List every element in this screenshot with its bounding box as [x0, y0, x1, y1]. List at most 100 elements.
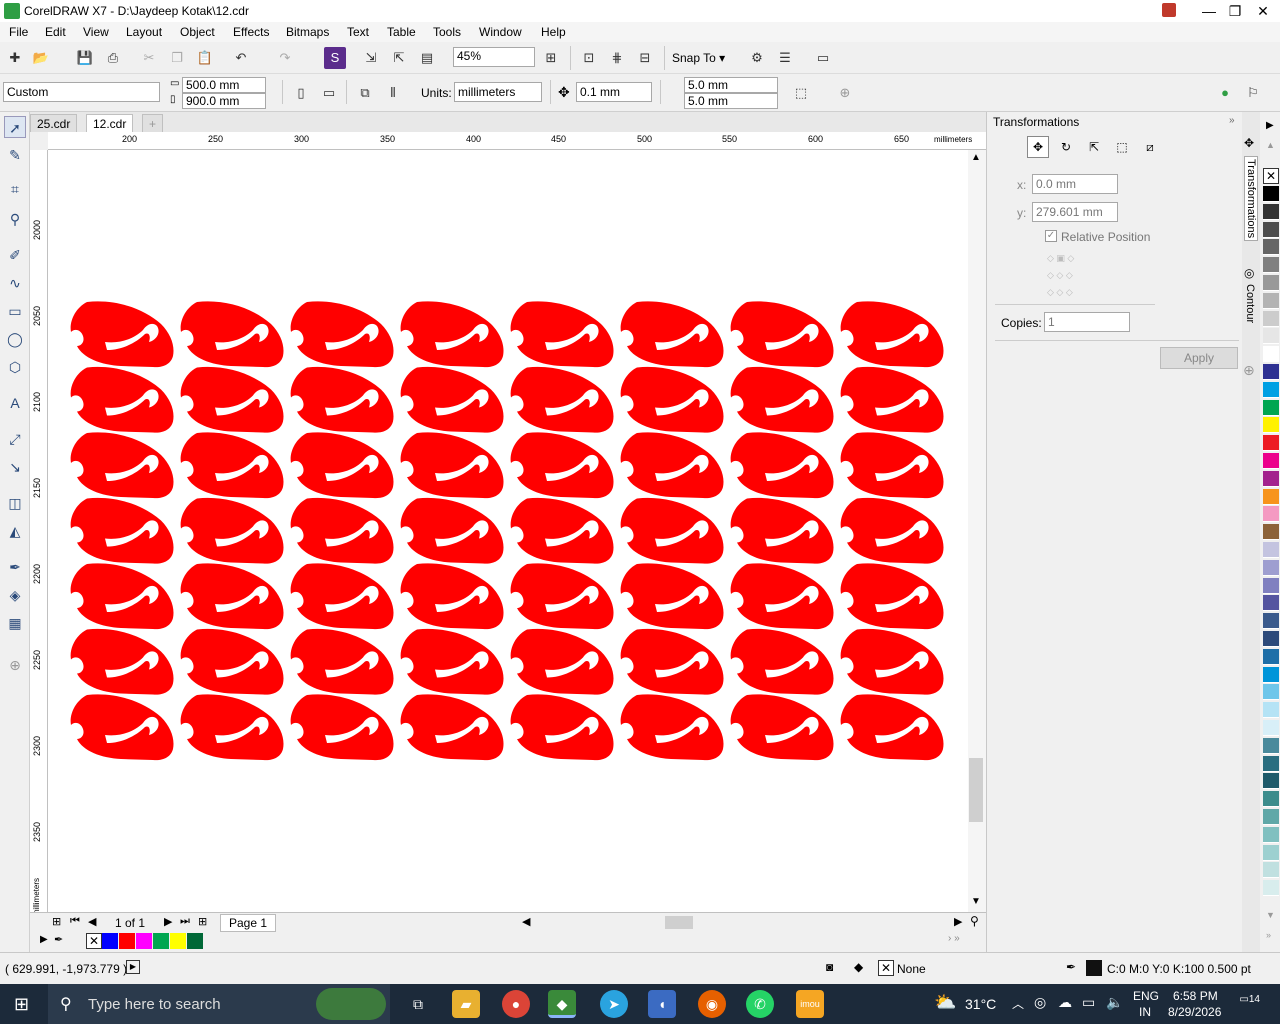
scroll-up-icon[interactable]: ▲ — [971, 152, 981, 163]
first-page-icon[interactable]: ⏮ — [70, 915, 80, 928]
paisley-shape[interactable] — [290, 628, 394, 695]
color-swatch[interactable] — [1263, 346, 1279, 363]
export-icon[interactable]: ⇱ — [388, 47, 410, 69]
zoom-navigator-icon[interactable]: ⚲ — [970, 914, 979, 928]
color-swatch[interactable] — [1263, 381, 1279, 398]
menu-layout[interactable]: Layout — [126, 25, 162, 39]
telegram-icon[interactable]: ➤ — [600, 990, 628, 1018]
cut-icon[interactable]: ✂ — [138, 47, 160, 69]
menu-window[interactable]: Window — [479, 25, 522, 39]
color-swatch[interactable] — [1263, 239, 1279, 256]
tray-volume-icon[interactable]: 🔈 — [1106, 994, 1123, 1011]
artistic-media-icon[interactable]: ∿ — [4, 272, 26, 294]
transformations-dock-icon[interactable]: ✥ — [1244, 136, 1254, 150]
all-pages-icon[interactable]: ⧉ — [354, 82, 376, 104]
notification-icon[interactable]: ▭14 — [1238, 994, 1260, 1014]
color-swatch[interactable] — [1263, 844, 1279, 861]
transparency-tool-icon[interactable]: ◭ — [4, 520, 26, 542]
color-swatch[interactable] — [1263, 506, 1279, 523]
paisley-shape[interactable] — [730, 628, 834, 695]
color-swatch[interactable] — [1263, 399, 1279, 416]
position-tab-icon[interactable]: ✥ — [1027, 136, 1049, 158]
anchor-grid[interactable]: ◇ ▣ ◇ ◇ ◇ ◇ ◇ ◇ ◇ — [1047, 250, 1091, 297]
paisley-shape[interactable] — [510, 366, 614, 433]
clock-time[interactable]: 6:58 PM — [1173, 989, 1218, 1003]
close-button[interactable]: ✕ — [1240, 0, 1280, 22]
color-swatch[interactable] — [1263, 203, 1279, 220]
paisley-shape[interactable] — [400, 563, 504, 630]
paisley-artwork[interactable] — [48, 150, 968, 912]
corel-connect-icon[interactable]: ● — [1214, 82, 1236, 104]
dock-tab-contour[interactable]: Contour — [1244, 284, 1256, 323]
color-swatch[interactable] — [1263, 880, 1279, 897]
paisley-shape[interactable] — [510, 301, 614, 368]
paisley-shape[interactable] — [840, 563, 944, 630]
nudge-distance-input[interactable]: 0.1 mm — [576, 82, 652, 102]
color-proofing-icon[interactable]: ◙ — [826, 960, 833, 974]
current-page-icon[interactable]: ⫴ — [382, 82, 404, 104]
page-preset-select[interactable]: Custom — [3, 82, 160, 102]
smart-fill-icon[interactable]: ▦ — [4, 612, 26, 634]
x-position-input[interactable]: 0.0 mm — [1032, 174, 1118, 194]
outline-color-swatch[interactable] — [1086, 960, 1102, 976]
paisley-shape[interactable] — [620, 497, 724, 564]
paisley-shape[interactable] — [290, 301, 394, 368]
color-swatch[interactable] — [1263, 559, 1279, 576]
color-swatch[interactable] — [1263, 595, 1279, 612]
paisley-shape[interactable] — [840, 628, 944, 695]
shape-tool-icon[interactable]: ✎ — [4, 144, 26, 166]
color-swatch[interactable] — [1263, 257, 1279, 274]
paisley-shape[interactable] — [70, 563, 174, 630]
copy-icon[interactable]: ❐ — [166, 47, 188, 69]
menu-bitmaps[interactable]: Bitmaps — [286, 25, 329, 39]
doc-color-swatch[interactable] — [119, 933, 135, 949]
paisley-shape[interactable] — [620, 563, 724, 630]
chrome-icon[interactable]: ● — [502, 990, 530, 1018]
rotate-tab-icon[interactable]: ↻ — [1055, 136, 1077, 158]
h-scroll-thumb[interactable] — [665, 916, 693, 929]
paisley-shape[interactable] — [70, 497, 174, 564]
paisley-shape[interactable] — [180, 497, 284, 564]
zoom-to-page-icon[interactable]: ⊞ — [540, 47, 562, 69]
doc-color-swatch[interactable] — [187, 933, 203, 949]
color-swatch[interactable] — [1263, 702, 1279, 719]
doc-color-swatch[interactable] — [102, 933, 118, 949]
scroll-right-icon[interactable]: ▶ — [954, 915, 962, 928]
paisley-shape[interactable] — [180, 432, 284, 499]
skew-tab-icon[interactable]: ⧄ — [1139, 136, 1161, 158]
next-page-icon[interactable]: ▶ — [164, 915, 172, 928]
welcome-screen-icon[interactable]: ▭ — [812, 47, 834, 69]
tab-25-cdr[interactable]: 25.cdr — [30, 114, 78, 132]
paisley-shape[interactable] — [290, 366, 394, 433]
add-page-after-icon[interactable]: ⊞ — [198, 915, 207, 928]
drop-shadow-icon[interactable]: ◫ — [4, 492, 26, 514]
new-document-icon[interactable]: ✚ — [4, 47, 26, 69]
prev-page-icon[interactable]: ◀ — [88, 915, 96, 928]
tray-meet-icon[interactable]: ◎ — [1034, 994, 1046, 1011]
palette-scroll-icon[interactable]: › » — [948, 933, 960, 944]
open-folder-icon[interactable]: 📂 — [30, 47, 52, 69]
portrait-icon[interactable]: ▯ — [290, 82, 312, 104]
doc-color-swatch[interactable] — [136, 933, 152, 949]
rectangle-tool-icon[interactable]: ▭ — [4, 300, 26, 322]
paisley-shape[interactable] — [180, 694, 284, 761]
crop-tool-icon[interactable]: ⌗ — [4, 178, 26, 200]
paisley-shape[interactable] — [730, 497, 834, 564]
play-icon[interactable]: ▶ — [126, 960, 140, 974]
color-swatch[interactable] — [1263, 684, 1279, 701]
paisley-shape[interactable] — [730, 366, 834, 433]
color-swatch[interactable] — [1263, 488, 1279, 505]
size-tab-icon[interactable]: ⬚ — [1111, 136, 1133, 158]
clock-date[interactable]: 8/29/2026 — [1168, 1005, 1221, 1019]
tray-chevron-icon[interactable]: ︿ — [1012, 995, 1024, 1012]
color-swatch[interactable] — [1263, 631, 1279, 647]
paisley-shape[interactable] — [180, 366, 284, 433]
menu-text[interactable]: Text — [347, 25, 369, 39]
corel-capture-icon[interactable]: ◖ — [648, 990, 676, 1018]
color-swatch[interactable] — [1263, 666, 1279, 683]
treat-as-filled-icon[interactable]: ⬚ — [790, 82, 812, 104]
color-swatch[interactable] — [1263, 221, 1279, 238]
paisley-shape[interactable] — [180, 628, 284, 695]
paisley-shape[interactable] — [510, 497, 614, 564]
eyedropper-tool-icon[interactable]: ✒ — [4, 556, 26, 578]
